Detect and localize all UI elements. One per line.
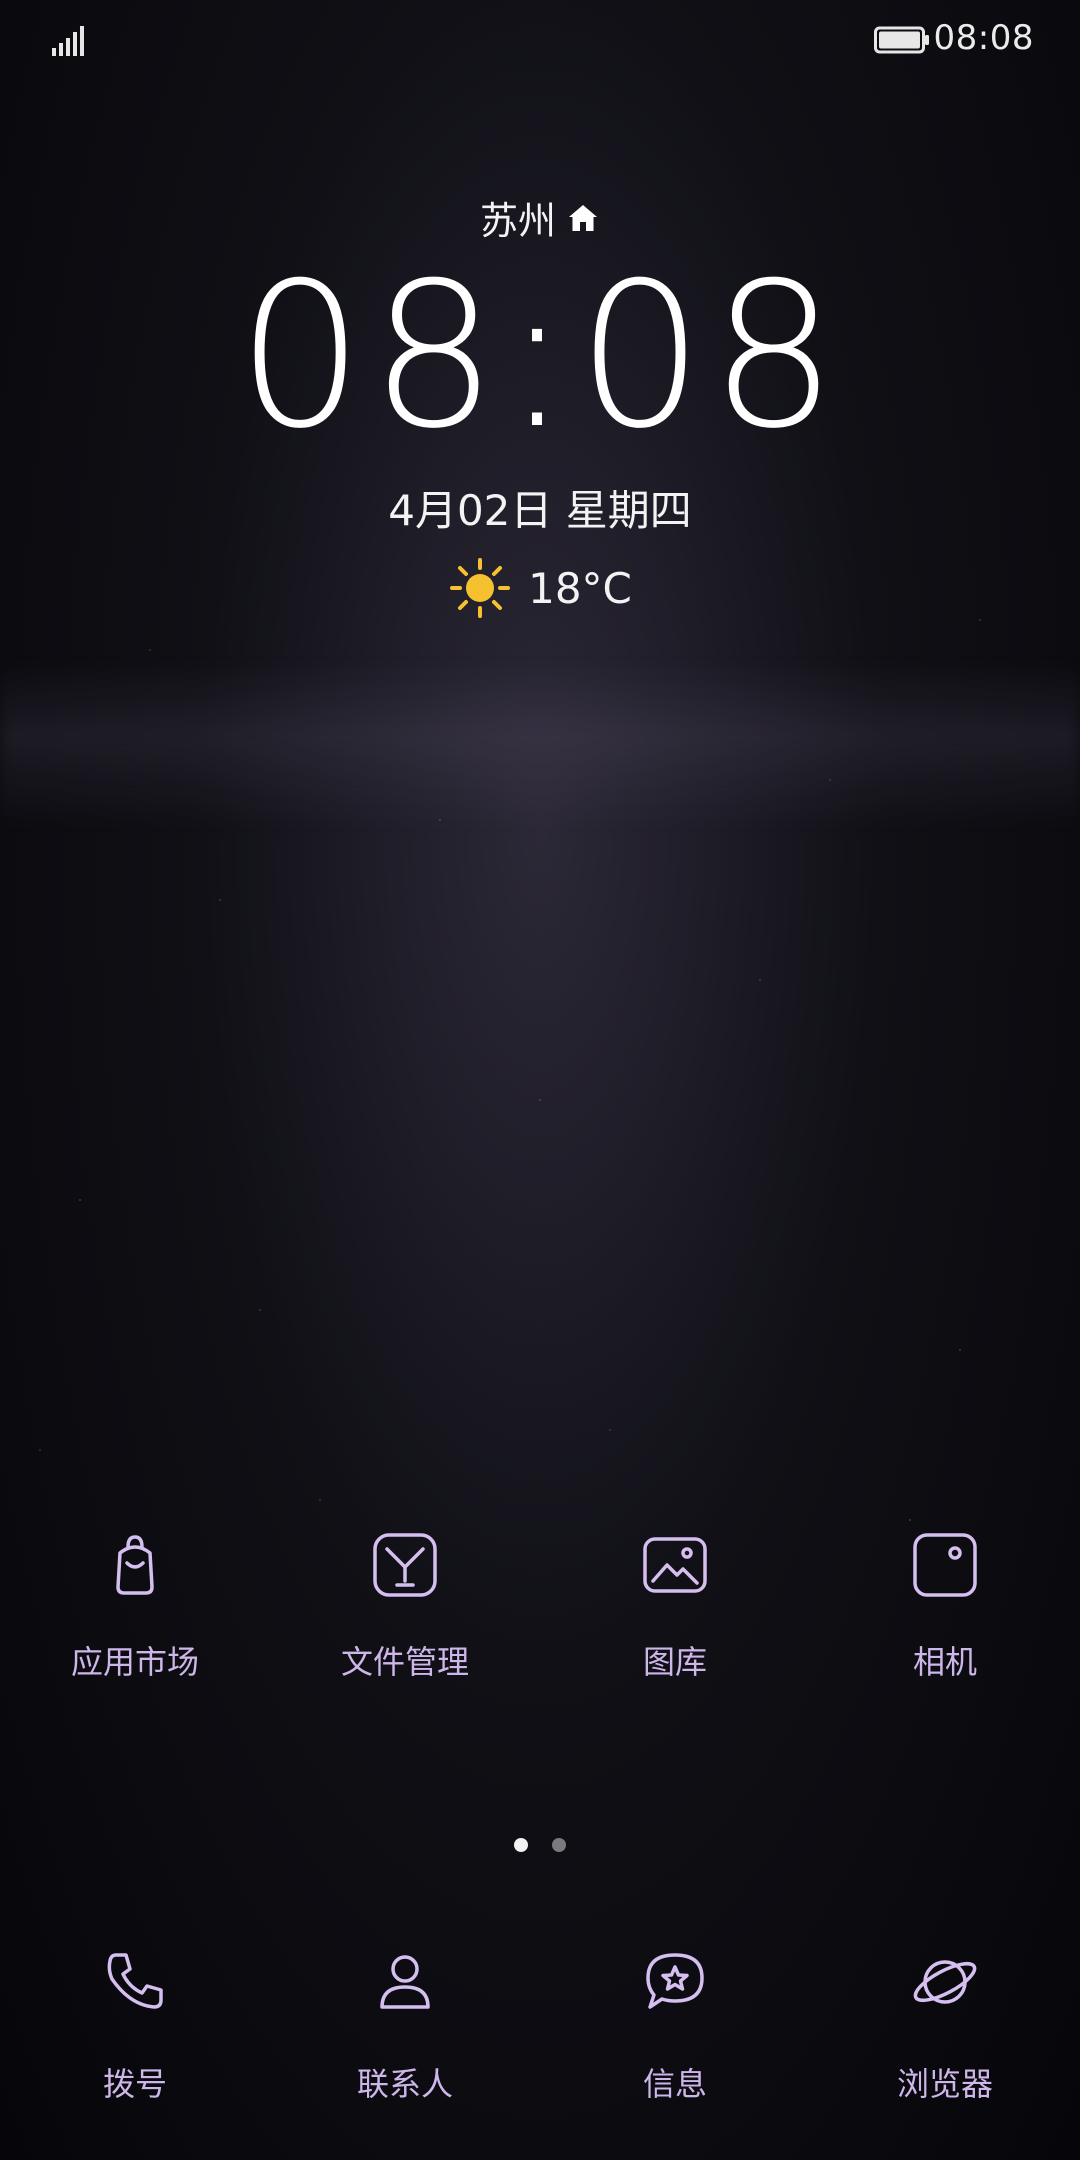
page-indicator[interactable] — [0, 1838, 1080, 1852]
app-label: 应用市场 — [70, 1643, 199, 1681]
wallpaper-haze-band — [0, 660, 1080, 830]
app-label: 文件管理 — [340, 1643, 469, 1681]
sun-icon — [450, 558, 511, 618]
widget-date: 4月02日 星期四 — [388, 486, 692, 535]
city-name: 苏州 — [479, 199, 556, 243]
page-dot[interactable] — [552, 1838, 566, 1852]
phone-icon — [107, 1953, 163, 2009]
gallery-icon — [643, 1537, 707, 1593]
widget-time: 08:08 — [236, 240, 844, 473]
app-market-icon — [116, 1535, 154, 1595]
battery-icon — [874, 26, 929, 54]
app-label: 联系人 — [356, 2065, 453, 2103]
messages-app[interactable]: 信息 — [540, 1945, 810, 2145]
clock-weather-widget[interactable]: 苏州 08:08 4月02日 星期四 18°C — [0, 190, 1080, 624]
home-icon — [569, 204, 597, 231]
city-row: 苏州 — [480, 190, 600, 245]
page-dot-active[interactable] — [514, 1838, 528, 1852]
browser-app[interactable]: 浏览器 — [810, 1945, 1080, 2145]
app-label: 浏览器 — [896, 2065, 993, 2103]
app-market-app[interactable]: 应用市场 — [0, 1525, 270, 1725]
app-label: 信息 — [642, 2065, 707, 2103]
status-time: 08:08 — [933, 18, 1034, 58]
app-label: 拨号 — [102, 2065, 167, 2103]
browser-icon — [913, 1960, 977, 2004]
signal-bars-icon — [52, 26, 84, 56]
status-bar: 08:08 — [0, 0, 1080, 80]
app-label: 图库 — [642, 1643, 707, 1681]
phone-app[interactable]: 拨号 — [0, 1945, 270, 2145]
contacts-app[interactable]: 联系人 — [270, 1945, 540, 2145]
gallery-app[interactable]: 图库 — [540, 1525, 810, 1725]
temperature: 18°C — [528, 563, 632, 613]
messages-icon — [646, 1953, 704, 2009]
contacts-icon — [380, 1955, 430, 2009]
file-manager-icon — [373, 1533, 437, 1597]
app-label: 相机 — [912, 1643, 977, 1681]
file-manager-app[interactable]: 文件管理 — [270, 1525, 540, 1725]
camera-icon — [913, 1533, 977, 1597]
weather-row: 18°C — [448, 556, 632, 620]
camera-app[interactable]: 相机 — [810, 1525, 1080, 1725]
app-grid: 应用市场 文件管理 图库 相机 — [0, 1525, 1080, 1725]
dock: 拨号 联系人 信息 浏览器 — [0, 1945, 1080, 2145]
